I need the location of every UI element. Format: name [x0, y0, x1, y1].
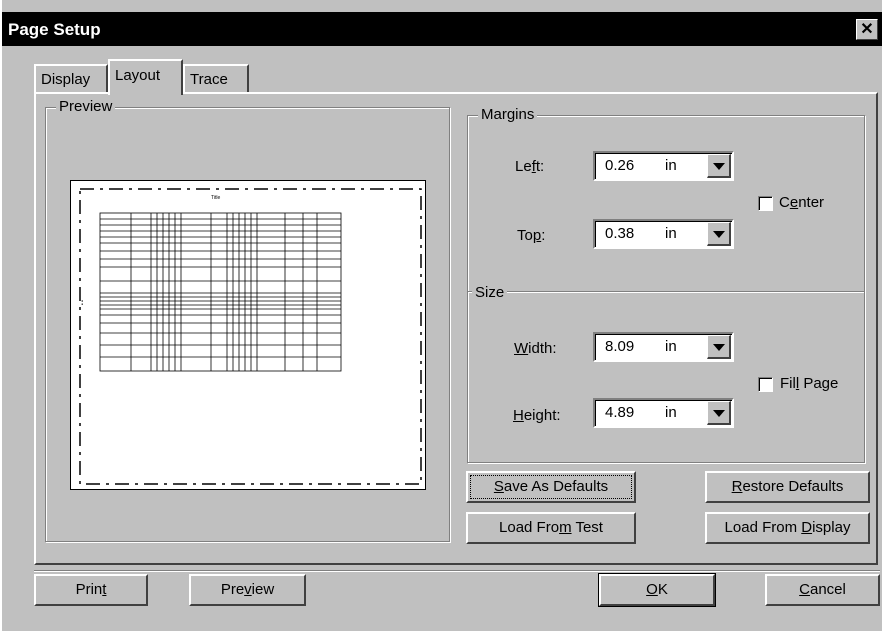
width-value: 8.09 [605, 338, 635, 355]
preview-button[interactable]: Preview [189, 574, 306, 606]
tab-trace[interactable]: Trace [183, 64, 249, 92]
top-margin-dropdown-arrow-icon[interactable] [707, 222, 731, 246]
ok-button[interactable]: OK [599, 574, 715, 606]
left-margin-value: 0.26 [605, 157, 635, 174]
width-unit: in [665, 338, 677, 355]
height-combo[interactable]: 4.89 in [593, 398, 734, 428]
left-margin-unit: in [665, 157, 677, 174]
restore-defaults-button[interactable]: Restore Defaults [705, 471, 870, 503]
tab-layout[interactable]: Layout [108, 59, 183, 95]
window-title: Page Setup [8, 20, 101, 39]
left-margin-label: Left: [515, 158, 545, 175]
top-margin-value: 0.38 [605, 225, 635, 242]
close-icon: ✕ [860, 21, 874, 38]
print-button[interactable]: Print [34, 574, 148, 606]
top-margin-unit: in [665, 225, 677, 242]
page-preview-drawing: Title • • [79, 188, 422, 485]
preview-table [99, 212, 342, 372]
center-checkbox[interactable] [758, 196, 773, 211]
height-dropdown-arrow-icon[interactable] [707, 401, 731, 425]
margins-size-divider [468, 291, 864, 293]
footer-divider [34, 570, 880, 572]
height-label: Height: [513, 407, 561, 424]
height-unit: in [665, 404, 677, 421]
page-setup-dialog: Page Setup ✕ Display Layout Trace Previe… [0, 0, 882, 631]
left-margin-combo[interactable]: 0.26 in [593, 151, 734, 181]
page-preview: Title • • [70, 180, 426, 490]
fill-page-checkbox[interactable] [758, 377, 773, 392]
width-combo[interactable]: 8.09 in [593, 332, 734, 362]
cancel-button[interactable]: Cancel [765, 574, 880, 606]
margins-group-label: Margins [478, 106, 538, 124]
close-button[interactable]: ✕ [856, 19, 878, 40]
preview-side-label: • • [80, 300, 86, 305]
tab-display-label: Display [41, 71, 91, 88]
preview-mini-title: Title [211, 195, 220, 201]
load-from-display-button[interactable]: Load From Display [705, 512, 870, 544]
center-checkbox-label: Center [779, 194, 825, 211]
preview-group-label: Preview [56, 98, 116, 116]
width-dropdown-arrow-icon[interactable] [707, 335, 731, 359]
save-as-defaults-button[interactable]: Save As Defaults [466, 471, 636, 503]
left-margin-dropdown-arrow-icon[interactable] [707, 154, 731, 178]
top-margin-label: Top: [517, 227, 546, 244]
top-margin-combo[interactable]: 0.38 in [593, 219, 734, 249]
tab-display[interactable]: Display [34, 64, 108, 92]
size-group-label: Size [472, 284, 508, 302]
tab-layout-label: Layout [115, 67, 161, 84]
fill-page-checkbox-label: Fill Page [780, 375, 839, 392]
height-value: 4.89 [605, 404, 635, 421]
tab-trace-label: Trace [190, 71, 228, 88]
width-label: Width: [514, 340, 557, 357]
title-bar: Page Setup ✕ [2, 12, 882, 46]
load-from-test-button[interactable]: Load From Test [466, 512, 636, 544]
